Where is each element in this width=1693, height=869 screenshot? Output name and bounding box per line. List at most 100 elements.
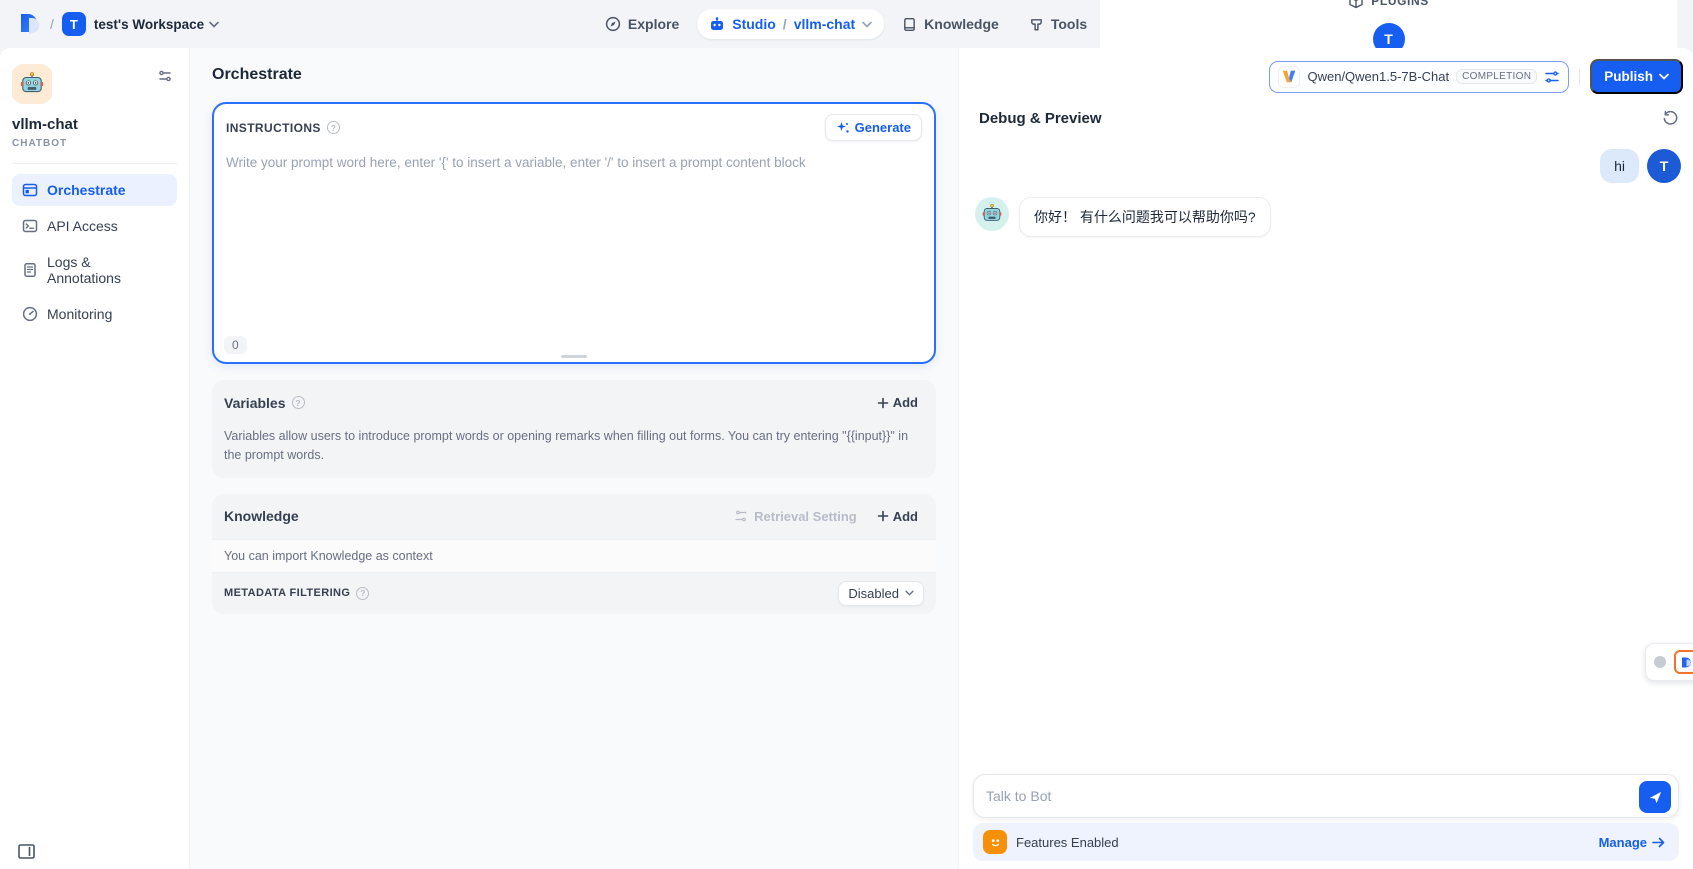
instructions-input[interactable]: [214, 147, 934, 333]
resize-handle[interactable]: [561, 355, 587, 358]
publish-button[interactable]: Publish: [1590, 59, 1683, 94]
generate-label: Generate: [855, 120, 911, 135]
hammer-icon: [1029, 17, 1044, 32]
debug-preview-title: Debug & Preview: [979, 110, 1102, 127]
user-message: hi T: [975, 149, 1683, 183]
page-title: Orchestrate: [212, 66, 302, 84]
composer: Features Enabled Manage: [959, 774, 1693, 869]
variables-panel: Variables Add Variables allow users to i…: [212, 380, 936, 478]
add-variable-button[interactable]: Add: [871, 391, 924, 414]
user-avatar: T: [1647, 149, 1681, 183]
model-selector[interactable]: Qwen/Qwen1.5-7B-Chat COMPLETION: [1269, 61, 1569, 93]
nav-separator: /: [783, 16, 787, 32]
arrow-right-icon: [1652, 837, 1665, 848]
breadcrumb-separator: /: [50, 16, 54, 32]
manage-label: Manage: [1599, 835, 1647, 850]
chevron-down-icon: [209, 21, 219, 28]
info-icon[interactable]: [356, 587, 369, 600]
main-nav: Explore Studio / vllm-chat Knowledge Too…: [593, 9, 1099, 39]
drag-dot: [1654, 656, 1666, 668]
extension-icon: [1674, 650, 1693, 674]
sidebar-item-api-access[interactable]: API Access: [12, 210, 177, 242]
retrieval-label: Retrieval Setting: [754, 509, 857, 524]
knowledge-title: Knowledge: [224, 508, 299, 524]
plus-icon: [877, 510, 889, 522]
talk-to-bot-input[interactable]: [986, 788, 1630, 804]
model-mode-badge: COMPLETION: [1456, 69, 1537, 84]
variables-title: Variables: [224, 395, 286, 411]
sidebar-item-label: Monitoring: [47, 306, 112, 322]
sidebar-nav: Orchestrate API Access Logs & Annotation…: [12, 174, 177, 330]
gauge-icon: [22, 306, 38, 322]
sparkle-icon: [836, 121, 850, 135]
bot-message: 你好！ 有什么问题我可以帮助你吗?: [975, 197, 1683, 237]
sidebar-item-label: Logs & Annotations: [47, 254, 167, 286]
sidebar-item-orchestrate[interactable]: Orchestrate: [12, 174, 177, 206]
app-settings-icon[interactable]: [153, 64, 177, 88]
workspace-switcher[interactable]: test's Workspace: [94, 17, 219, 32]
sidebar-item-logs-annotations[interactable]: Logs & Annotations: [12, 246, 177, 294]
user-message-bubble: hi: [1600, 149, 1639, 183]
nav-studio[interactable]: Studio / vllm-chat: [697, 9, 884, 39]
top-header: / T test's Workspace Explore Studio / vl…: [0, 0, 1693, 48]
add-label: Add: [893, 509, 918, 524]
model-name: Qwen/Qwen1.5-7B-Chat: [1307, 69, 1449, 84]
sidebar-item-monitoring[interactable]: Monitoring: [12, 298, 177, 330]
workbench: vllm-chat CHATBOT Orchestrate API Access: [0, 48, 1693, 869]
nav-knowledge-label: Knowledge: [924, 16, 999, 32]
add-label: Add: [893, 395, 918, 410]
collapse-sidebar-icon[interactable]: [18, 844, 35, 859]
robot-icon: [709, 16, 725, 32]
floating-extension-widget[interactable]: [1645, 643, 1693, 681]
instructions-title: INSTRUCTIONS: [226, 121, 321, 135]
bot-avatar: [975, 197, 1009, 231]
plugins-button[interactable]: PLUGINS: [1348, 0, 1429, 9]
features-icon: [983, 830, 1007, 854]
book-icon: [902, 17, 917, 32]
chevron-down-icon: [1659, 73, 1669, 80]
nav-explore[interactable]: Explore: [593, 9, 691, 39]
retrieval-icon: [734, 509, 748, 523]
orchestrate-panel: Orchestrate INSTRUCTIONS Generate 0 Vari…: [190, 48, 958, 869]
knowledge-panel: Knowledge Retrieval Setting Add You can …: [212, 494, 936, 614]
app-icon: [12, 64, 52, 104]
sidebar-item-label: API Access: [47, 218, 118, 234]
variables-description: Variables allow users to introduce promp…: [212, 425, 936, 478]
manage-features-link[interactable]: Manage: [1599, 835, 1665, 850]
package-icon: [1348, 0, 1364, 9]
dify-logo[interactable]: [16, 11, 42, 37]
nav-tools[interactable]: Tools: [1017, 9, 1099, 39]
chat-area: hi T: [959, 135, 1693, 774]
chevron-down-icon: [905, 590, 914, 596]
send-button[interactable]: [1639, 781, 1671, 813]
plugins-label: PLUGINS: [1371, 0, 1429, 8]
add-knowledge-button[interactable]: Add: [871, 505, 924, 528]
retrieval-setting-button[interactable]: Retrieval Setting: [734, 509, 857, 524]
metadata-filtering-title: METADATA FILTERING: [224, 587, 350, 599]
workspace-chip[interactable]: T: [62, 12, 86, 36]
nav-knowledge[interactable]: Knowledge: [890, 9, 1011, 39]
explore-icon: [605, 16, 621, 32]
bot-message-bubble: 你好！ 有什么问题我可以帮助你吗?: [1019, 197, 1271, 237]
restart-conversation-icon[interactable]: [1662, 110, 1679, 127]
nav-explore-label: Explore: [628, 16, 679, 32]
send-icon: [1648, 790, 1663, 805]
generate-button[interactable]: Generate: [825, 114, 922, 141]
metadata-filtering-dropdown[interactable]: Disabled: [838, 581, 924, 606]
app-sidebar: vllm-chat CHATBOT Orchestrate API Access: [0, 48, 190, 869]
logs-icon: [22, 262, 38, 278]
features-label: Features Enabled: [1016, 835, 1119, 850]
chevron-down-icon: [862, 21, 872, 28]
char-count-badge: 0: [224, 336, 247, 354]
knowledge-description: You can import Knowledge as context: [212, 539, 936, 573]
vllm-logo: [1278, 66, 1300, 88]
app-type-badge: CHATBOT: [12, 138, 177, 149]
nav-current-app: vllm-chat: [794, 16, 855, 32]
metadata-filtering-value: Disabled: [848, 586, 899, 601]
features-bar: Features Enabled Manage: [973, 823, 1679, 861]
debug-preview-panel: Qwen/Qwen1.5-7B-Chat COMPLETION Publish …: [958, 48, 1693, 869]
info-icon[interactable]: [292, 396, 305, 409]
model-settings-icon: [1544, 70, 1560, 84]
info-icon[interactable]: [327, 121, 340, 134]
plus-icon: [877, 397, 889, 409]
